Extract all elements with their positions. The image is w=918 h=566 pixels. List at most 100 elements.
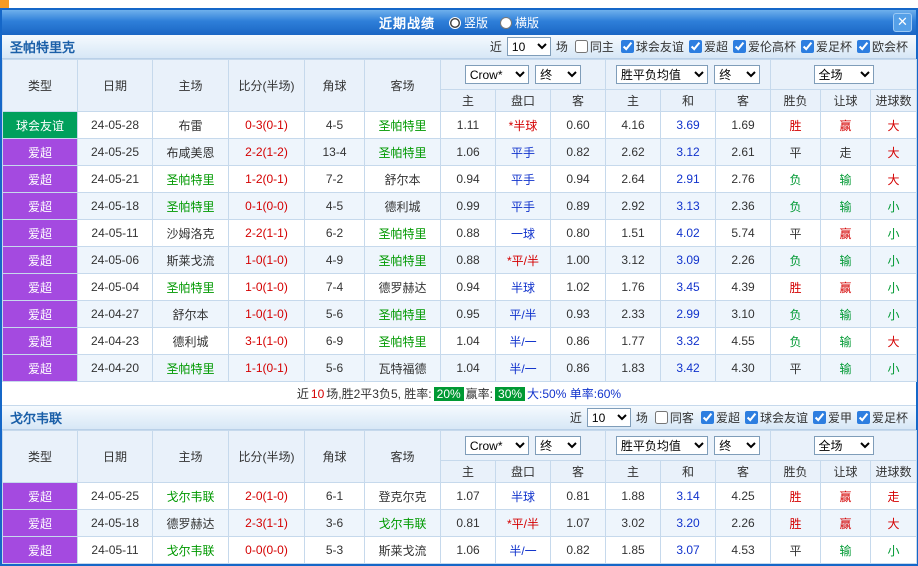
home-odds-cell: 0.99: [441, 193, 496, 220]
avg-final-select[interactable]: 终: [714, 65, 760, 84]
goals-cell: 大: [871, 510, 917, 537]
col-goals: 进球数: [871, 461, 917, 483]
col-score: 比分(半场): [229, 60, 305, 112]
corners-cell: 6-2: [305, 220, 365, 247]
goals-cell: 小: [871, 301, 917, 328]
away-team-cell: 舒尔本: [365, 166, 441, 193]
col-avg-home: 主: [606, 461, 661, 483]
handicap-cell: 一球: [496, 220, 551, 247]
league-checkbox[interactable]: [813, 411, 826, 424]
avg-draw-cell: 3.13: [661, 193, 716, 220]
league-filter-option[interactable]: 欧会杯: [852, 38, 908, 55]
avg-home-cell: 1.77: [606, 328, 661, 355]
league-checkbox[interactable]: [621, 40, 634, 53]
result-cell: 平: [771, 537, 821, 564]
horizontal-layout-radio[interactable]: [500, 17, 512, 29]
same-away-filter[interactable]: 同客: [650, 409, 694, 426]
league-checkbox[interactable]: [801, 40, 814, 53]
league-checkbox[interactable]: [733, 40, 746, 53]
same-away-checkbox[interactable]: [655, 411, 668, 424]
league-cell: 球会友谊: [3, 112, 78, 139]
avg-select[interactable]: 胜平负均值: [616, 436, 708, 455]
avg-draw-cell: 2.91: [661, 166, 716, 193]
league-cell: 爱超: [3, 355, 78, 382]
league-filter-option[interactable]: 爱超: [696, 409, 740, 426]
league-filter-option[interactable]: 爱超: [684, 38, 728, 55]
col-result: 胜负: [771, 461, 821, 483]
handicap-result-cell: 输: [821, 328, 871, 355]
odds-final-select[interactable]: 终: [535, 65, 581, 84]
league-filter-option[interactable]: 球会友谊: [616, 38, 684, 55]
league-cell: 爱超: [3, 328, 78, 355]
result-cell: 负: [771, 166, 821, 193]
close-button[interactable]: ✕: [893, 13, 912, 32]
handicap-result-cell: 走: [821, 139, 871, 166]
league-cell: 爱超: [3, 510, 78, 537]
scope-select[interactable]: 全场: [814, 436, 874, 455]
league-filter-option[interactable]: 爱伦高杯: [728, 38, 796, 55]
same-home-filter[interactable]: 同主: [570, 38, 614, 55]
handicap-result-cell: 赢: [821, 510, 871, 537]
home-team-summary: 近10场,胜2平3负5, 胜率: 20% 赢率: 30% 大:50% 单率:60…: [2, 382, 916, 406]
league-filter-option[interactable]: 爱足杯: [796, 38, 852, 55]
scope-group-header: 全场: [771, 60, 917, 90]
odds-final-select[interactable]: 终: [535, 436, 581, 455]
vertical-layout-option[interactable]: 竖版: [449, 14, 488, 31]
away-odds-cell: 0.93: [551, 301, 606, 328]
handicap-cell: 平手: [496, 166, 551, 193]
avg-final-select[interactable]: 终: [714, 436, 760, 455]
match-row: 爱超24-05-06斯莱戈流1-0(1-0)4-9圣帕特里0.88*平/半1.0…: [3, 247, 917, 274]
col-avg-draw: 和: [661, 90, 716, 112]
date-cell: 24-05-25: [78, 139, 153, 166]
league-checkbox[interactable]: [701, 411, 714, 424]
away-odds-cell: 0.81: [551, 483, 606, 510]
league-cell: 爱超: [3, 274, 78, 301]
result-cell: 胜: [771, 112, 821, 139]
scope-select[interactable]: 全场: [814, 65, 874, 84]
handicap-cell: *平/半: [496, 247, 551, 274]
league-checkbox[interactable]: [689, 40, 702, 53]
section-header-away-team: 戈尔韦联 近 10 场 同客 爱超球会友谊爱甲爱足杯: [2, 406, 916, 430]
avg-away-cell: 4.53: [716, 537, 771, 564]
handicap-cell: 半/一: [496, 328, 551, 355]
corners-cell: 3-6: [305, 510, 365, 537]
score-cell: 0-1(0-0): [229, 193, 305, 220]
league-filter-option[interactable]: 球会友谊: [740, 409, 808, 426]
score-cell: 1-2(0-1): [229, 166, 305, 193]
bookmaker-select[interactable]: Crow*: [465, 436, 529, 455]
match-row: 爱超24-04-23德利城3-1(1-0)6-9圣帕特里1.04半/一0.861…: [3, 328, 917, 355]
match-row: 爱超24-05-18德罗赫达2-3(1-1)3-6戈尔韦联0.81*平/半1.0…: [3, 510, 917, 537]
goals-cell: 小: [871, 355, 917, 382]
league-label: 爱超: [704, 38, 728, 55]
avg-select[interactable]: 胜平负均值: [616, 65, 708, 84]
handicap-cell: 平手: [496, 139, 551, 166]
avg-away-cell: 2.26: [716, 247, 771, 274]
league-filter-option[interactable]: 爱足杯: [852, 409, 908, 426]
layout-radio-group: 竖版 横版: [449, 14, 539, 31]
result-cell: 负: [771, 247, 821, 274]
league-checkbox[interactable]: [745, 411, 758, 424]
match-row: 爱超24-05-04圣帕特里1-0(1-0)7-4德罗赫达0.94半球1.021…: [3, 274, 917, 301]
away-odds-cell: 0.82: [551, 139, 606, 166]
horizontal-layout-option[interactable]: 横版: [500, 14, 539, 31]
recent-count-select[interactable]: 10: [587, 408, 631, 427]
date-cell: 24-05-25: [78, 483, 153, 510]
section-header-home-team: 圣帕特里克 近 10 场 同主 球会友谊爱超爱伦高杯爱足杯欧会杯: [2, 35, 916, 59]
score-cell: 0-0(0-0): [229, 537, 305, 564]
same-home-checkbox[interactable]: [575, 40, 588, 53]
avg-home-cell: 3.12: [606, 247, 661, 274]
vertical-layout-radio[interactable]: [449, 17, 461, 29]
goals-cell: 大: [871, 112, 917, 139]
result-cell: 负: [771, 193, 821, 220]
score-cell: 2-3(1-1): [229, 510, 305, 537]
league-checkbox[interactable]: [857, 411, 870, 424]
match-row: 爱超24-05-11沙姆洛克2-2(1-1)6-2圣帕特里0.88一球0.801…: [3, 220, 917, 247]
games-label: 场: [636, 409, 648, 426]
corners-cell: 13-4: [305, 139, 365, 166]
bookmaker-select[interactable]: Crow*: [465, 65, 529, 84]
league-filter-option[interactable]: 爱甲: [808, 409, 852, 426]
recent-count-select[interactable]: 10: [507, 37, 551, 56]
league-checkbox[interactable]: [857, 40, 870, 53]
summary-segment: 场,胜2平3负5, 胜率:: [326, 385, 431, 402]
handicap-cell: *半球: [496, 112, 551, 139]
